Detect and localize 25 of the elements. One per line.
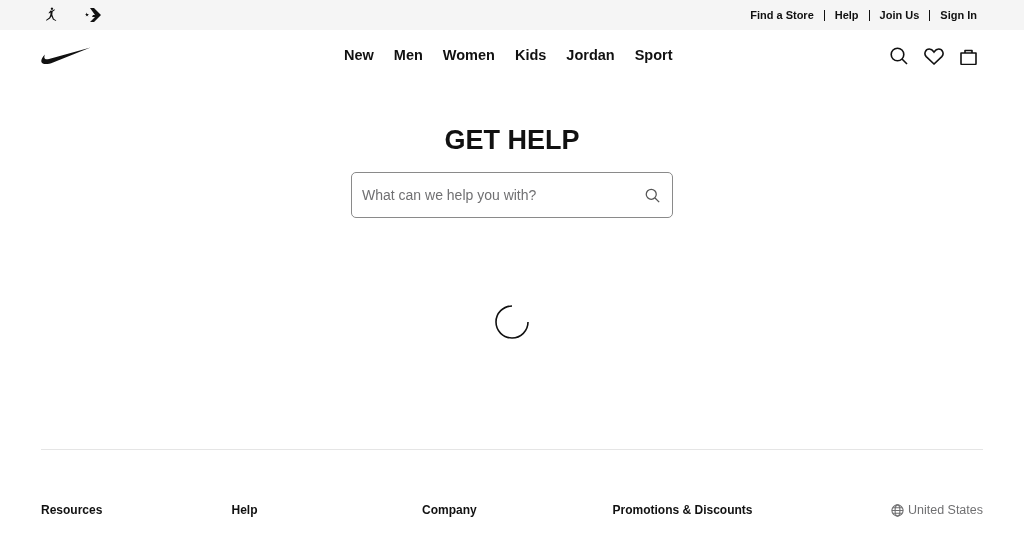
search-icon[interactable] — [645, 187, 660, 203]
bag-icon[interactable] — [960, 47, 977, 65]
loading-spinner-icon — [494, 304, 530, 340]
search-field[interactable]: What can we help you with? — [351, 172, 673, 218]
nav-link[interactable]: Men — [393, 47, 423, 63]
footer-heading[interactable]: Company — [422, 503, 613, 517]
locale-link[interactable]: United States — [907, 503, 983, 517]
utility-link[interactable]: Help — [834, 9, 859, 21]
footer-heading[interactable]: Resources — [41, 503, 232, 517]
swoosh-logo[interactable] — [41, 47, 91, 65]
nav-link[interactable]: Sport — [634, 47, 673, 63]
nav-link[interactable]: New — [344, 47, 374, 63]
star-chevron-icon[interactable] — [84, 7, 102, 23]
nav-link[interactable]: Kids — [514, 47, 547, 63]
globe-icon[interactable] — [890, 503, 904, 517]
heart-icon[interactable] — [924, 47, 944, 65]
utility-link[interactable]: Join Us — [879, 9, 920, 21]
footer-heading[interactable]: Promotions & Discounts — [612, 503, 803, 517]
footer-heading[interactable]: Help — [231, 503, 422, 517]
nav-link[interactable]: Women — [442, 47, 495, 63]
utility-link[interactable]: Sign In — [940, 9, 977, 21]
search-icon[interactable] — [890, 47, 908, 65]
page-title: GET HELP — [444, 124, 580, 156]
nav-link[interactable]: Jordan — [566, 47, 615, 63]
utility-link[interactable]: Find a Store — [750, 9, 814, 21]
